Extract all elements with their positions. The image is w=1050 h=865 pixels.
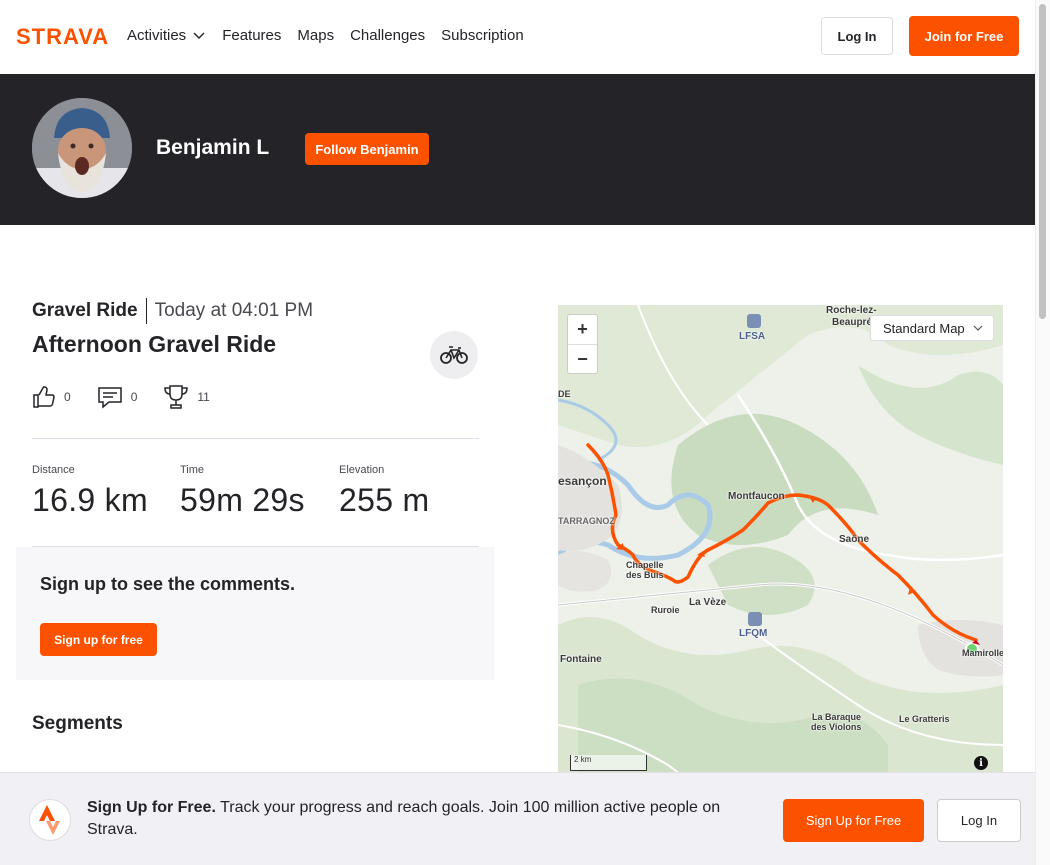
map-style-value: Standard Map [883, 320, 965, 336]
map-label: TARRAGNOZ [558, 516, 615, 526]
login-button[interactable]: Log In [821, 17, 893, 55]
activity-title: Afternoon Gravel Ride [32, 331, 277, 357]
strava-logo[interactable]: STRAVA [16, 25, 112, 47]
trophy-icon [164, 385, 189, 409]
nav-maps[interactable]: Maps [297, 24, 334, 46]
map-label: Beaupré [832, 317, 873, 328]
map-style-select[interactable]: Standard Map [870, 315, 994, 341]
scrollbar[interactable] [1035, 0, 1050, 865]
stat-value: 16.9 km [32, 482, 148, 518]
zoom-out-button[interactable]: − [568, 344, 597, 373]
kudos-count: 0 [64, 390, 71, 404]
athlete-header: Benjamin L Follow Benjamin [0, 74, 1035, 225]
comment-icon [97, 387, 122, 409]
comments-signup-title: Sign up to see the comments. [40, 574, 296, 594]
zoom-control: + − [567, 314, 598, 374]
kudos[interactable]: 0 [32, 385, 71, 409]
info-icon[interactable]: i [974, 756, 988, 770]
map-label: Chapelle [626, 560, 664, 570]
map-label: LFSA [739, 331, 766, 342]
segments-heading: Segments [32, 713, 123, 734]
achievements-count: 11 [197, 390, 210, 404]
map-label: Mamirolle [962, 648, 1003, 658]
comments[interactable]: 0 [97, 385, 138, 409]
follow-button[interactable]: Follow Benjamin [305, 133, 429, 165]
map-scale: 2 km [570, 755, 647, 771]
nav-subscription[interactable]: Subscription [441, 24, 524, 46]
top-navigation: STRAVA Activities Features Maps Challeng… [0, 0, 1035, 74]
map-label: Fontaine [560, 654, 602, 665]
stat-distance: Distance 16.9 km [32, 464, 148, 519]
chevron-down-icon [973, 325, 983, 331]
stat-elevation: Elevation 255 m [339, 464, 429, 519]
avatar-image [32, 98, 132, 198]
activity-map[interactable]: Roche-lez- Beaupré LFSA DE esançon TARRA… [558, 305, 1003, 780]
scrollbar-thumb[interactable] [1039, 4, 1046, 319]
nav-activities[interactable]: Activities [127, 24, 206, 46]
signup-banner: Sign Up for Free. Track your progress an… [0, 772, 1035, 865]
athlete-name[interactable]: Benjamin L [156, 136, 269, 160]
join-for-free-button[interactable]: Join for Free [909, 16, 1019, 56]
strava-app-icon [29, 799, 71, 841]
signup-button[interactable]: Sign up for free [40, 623, 157, 656]
map-tiles [558, 305, 1003, 780]
signup-banner-bold: Sign Up for Free. [87, 799, 216, 816]
stat-label: Distance [32, 464, 75, 476]
thumbs-up-icon [33, 386, 55, 408]
stat-label: Elevation [339, 464, 385, 476]
nav-features[interactable]: Features [222, 24, 281, 46]
achievements[interactable]: 11 [163, 384, 210, 410]
map-label: Montfaucon [728, 491, 785, 502]
map-label: Ruroie [651, 605, 680, 615]
social-stats: 0 0 11 [32, 384, 210, 410]
divider [32, 438, 479, 439]
logo-wordmark: STRAVA [16, 25, 109, 47]
chevron-down-icon [193, 32, 205, 39]
strava-chevron-icon [39, 805, 60, 835]
banner-login-button[interactable]: Log In [937, 799, 1021, 842]
avatar[interactable] [32, 98, 132, 198]
zoom-in-button[interactable]: + [568, 315, 597, 344]
map-label: des Buis [626, 570, 664, 580]
map-label: Roche-lez- [826, 305, 877, 316]
banner-signup-button[interactable]: Sign Up for Free [783, 799, 924, 842]
nav-activities-label: Activities [127, 26, 187, 44]
map-label: La Baraque [812, 712, 862, 722]
map-label: La Vèze [689, 597, 727, 608]
activity-meta: Gravel Ride Today at 04:01 PM [32, 298, 313, 324]
nav-challenges[interactable]: Challenges [350, 24, 425, 46]
stat-label: Time [180, 464, 205, 476]
comments-count: 0 [130, 390, 138, 404]
stat-value: 59m 29s [180, 482, 305, 518]
map-label: DE [558, 389, 571, 399]
comments-signup-card: Sign up to see the comments. Sign up for… [16, 547, 494, 680]
activity-page: STRAVA Activities Features Maps Challeng… [0, 0, 1050, 865]
map-label: LFQM [739, 628, 768, 639]
bike-icon [440, 346, 468, 364]
stat-time: Time 59m 29s [180, 464, 305, 519]
map-label: esançon [558, 474, 607, 488]
sport-type-badge [430, 331, 478, 379]
map-label: des Violons [811, 722, 862, 732]
map-label: Le Gratteris [899, 714, 950, 724]
signup-banner-text: Sign Up for Free. Track your progress an… [87, 797, 767, 841]
stat-value: 255 m [339, 482, 430, 518]
activity-type: Gravel Ride [32, 298, 147, 324]
map-label: Saône [839, 534, 870, 545]
nav-links: Activities Features Maps Challenges Subs… [127, 24, 524, 46]
activity-date: Today at 04:01 PM [154, 300, 314, 321]
